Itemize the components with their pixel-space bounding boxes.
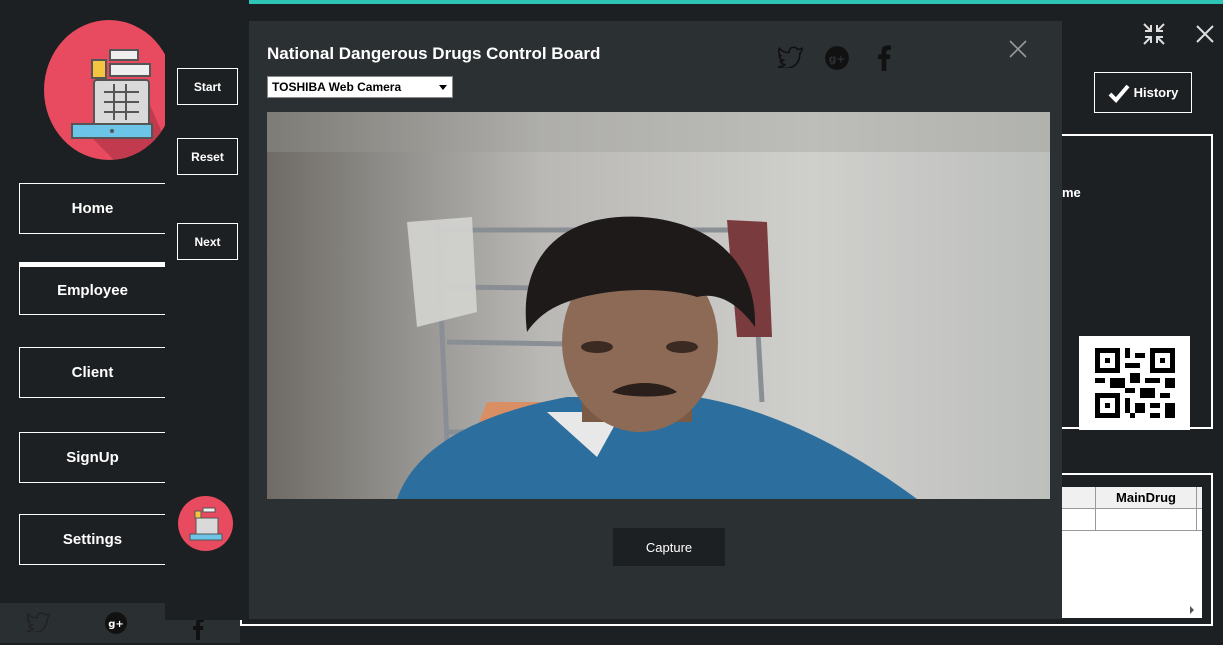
camera-select-value: TOSHIBA Web Camera — [272, 80, 402, 94]
sidebar-item-client[interactable]: Client — [19, 347, 165, 398]
history-label: History — [1133, 85, 1179, 100]
svg-text:g+: g+ — [829, 52, 846, 65]
history-button[interactable]: History — [1094, 72, 1192, 113]
svg-text:g+: g+ — [108, 619, 124, 630]
camera-preview — [267, 112, 1050, 499]
sidebar-item-employee[interactable]: Employee — [19, 262, 165, 315]
sidebar-item-signup[interactable]: SignUp — [19, 432, 165, 483]
facebook-icon[interactable] — [192, 618, 204, 645]
sidebar-item-home[interactable]: Home — [19, 183, 165, 234]
partial-label: me — [1062, 185, 1081, 200]
check-icon — [1108, 84, 1130, 103]
twitter-icon[interactable] — [777, 46, 803, 73]
grid-column-maindrug[interactable]: MainDrug — [1096, 490, 1196, 505]
qr-code — [1079, 336, 1190, 430]
start-button[interactable]: Start — [177, 68, 238, 105]
dialog-title: National Dangerous Drugs Control Board — [267, 44, 601, 63]
sidebar-item-label: Client — [71, 364, 114, 381]
panel-frame — [240, 620, 1213, 626]
sidebar-item-label: Home — [71, 200, 114, 217]
google-plus-icon[interactable]: g+ — [104, 611, 128, 640]
sidebar-item-label: Employee — [57, 282, 128, 299]
dialog-close-icon[interactable] — [1009, 40, 1027, 63]
cash-register-mini-logo — [178, 496, 233, 551]
facebook-icon[interactable] — [877, 45, 891, 76]
grid-divider — [1196, 487, 1197, 531]
chevron-down-icon — [439, 85, 447, 90]
grid-row-line — [1060, 530, 1202, 531]
sidebar-item-settings[interactable]: Settings — [19, 514, 165, 565]
minimize-restore-icon[interactable] — [1141, 21, 1167, 52]
reset-button[interactable]: Reset — [177, 138, 238, 175]
scroll-right-icon[interactable] — [1190, 606, 1194, 614]
next-button[interactable]: Next — [177, 223, 238, 260]
twitter-icon[interactable] — [26, 612, 50, 637]
capture-button[interactable]: Capture — [613, 528, 725, 566]
window-close-icon[interactable] — [1195, 24, 1215, 49]
cash-register-logo — [44, 20, 174, 160]
google-plus-icon[interactable]: g+ — [824, 45, 850, 76]
camera-select[interactable]: TOSHIBA Web Camera — [267, 76, 453, 98]
sidebar-item-label: Settings — [62, 531, 123, 548]
sidebar-item-label: SignUp — [66, 449, 119, 466]
